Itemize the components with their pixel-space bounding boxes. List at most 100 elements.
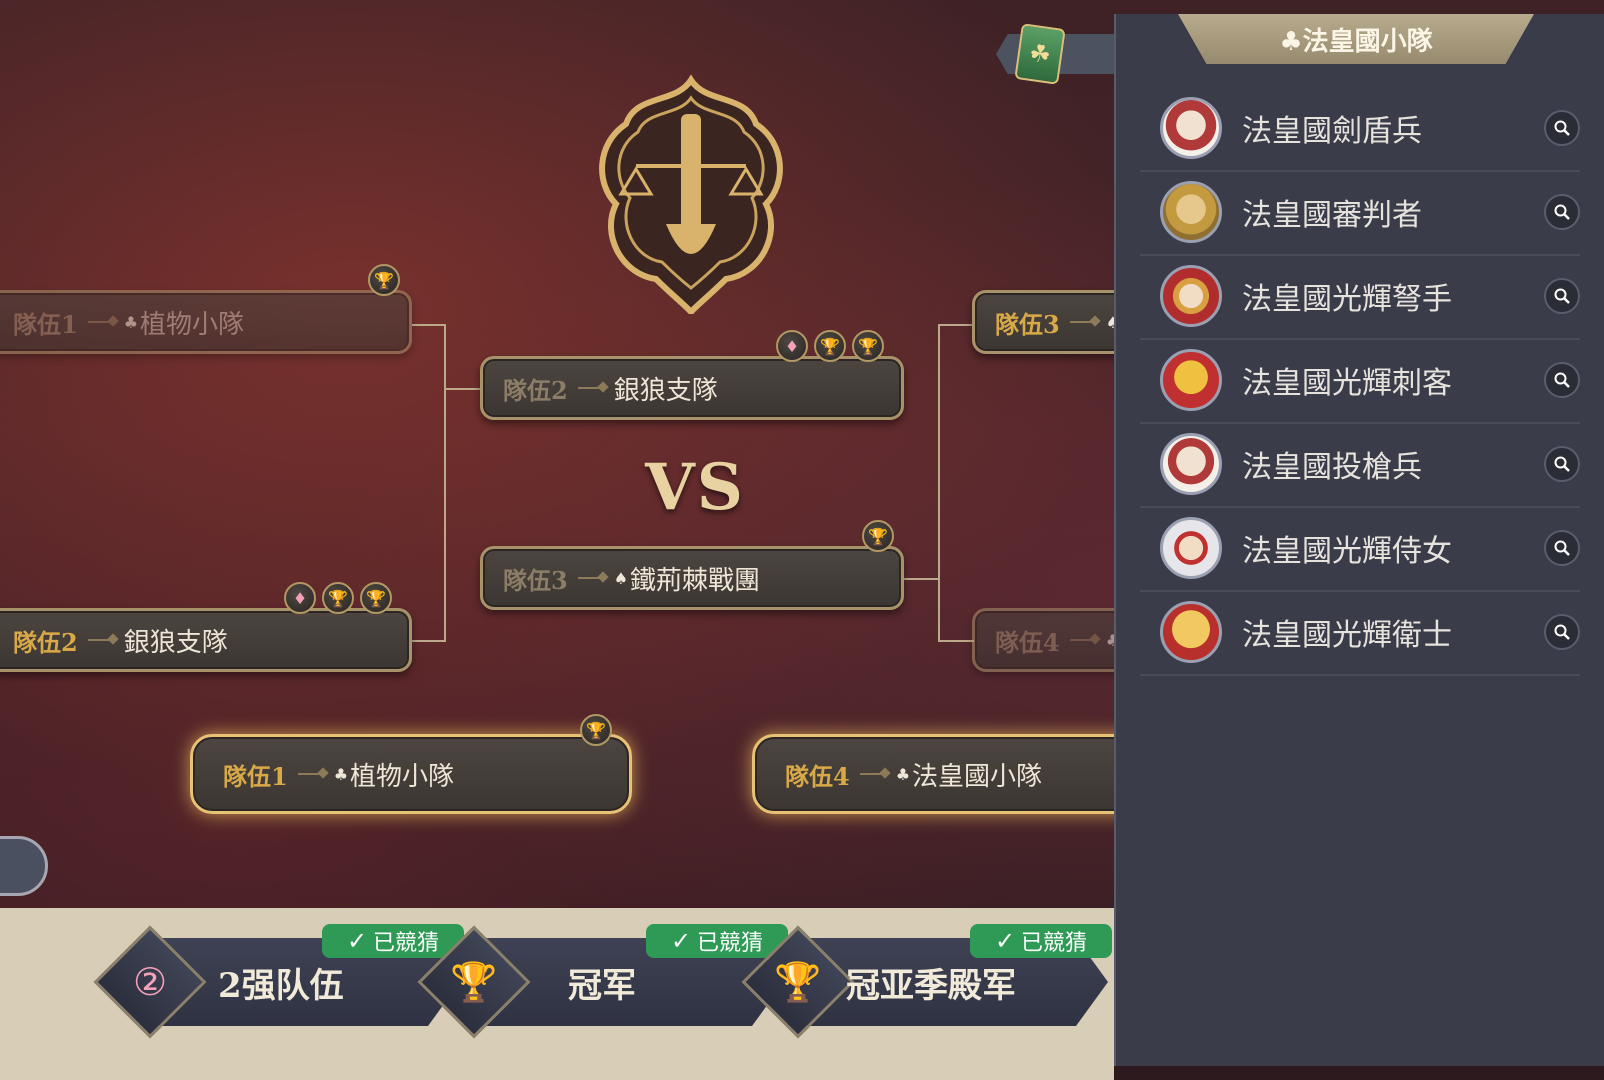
rank-2-icon: ♦: [776, 330, 808, 362]
team-name: 銀狼支隊: [613, 375, 718, 406]
bracket-line: [444, 388, 482, 390]
search-icon[interactable]: [1544, 278, 1580, 314]
faction-emblem: [599, 74, 783, 314]
badge-group: 🏆: [862, 520, 894, 552]
team-label: 隊伍3: [503, 565, 568, 595]
unit-row[interactable]: 法皇國投槍兵: [1140, 422, 1580, 508]
final-plate-right[interactable]: 隊伍4 ♣ 法皇國小隊: [752, 734, 1172, 814]
unit-name: 法皇國投槍兵: [1242, 450, 1422, 485]
badge-group: ♦ 🏆 🏆: [776, 330, 884, 362]
bracket-line: [412, 324, 444, 326]
unit-avatar: [1160, 97, 1222, 159]
team-name: 鐵荊棘戰團: [630, 565, 761, 596]
rank-2-icon: ②: [132, 960, 168, 1004]
separator: [87, 321, 114, 323]
team-name: 植物小隊: [350, 761, 455, 792]
club-suit-icon: ♣: [895, 764, 911, 784]
final-plate-left[interactable]: 隊伍1 ♣ 植物小隊: [190, 734, 632, 814]
badge-group: ♦ 🏆 🏆: [284, 582, 392, 614]
bracket-line: [938, 324, 940, 642]
separator: [297, 773, 324, 775]
guess-button-top4[interactable]: 🏆 冠亚季殿军 ✓ 已競猜: [741, 924, 1128, 1039]
spade-suit-icon: ♠: [613, 568, 629, 588]
guess-label: 2强队伍: [218, 966, 344, 1006]
trophy-icon: 🏆: [774, 959, 822, 1004]
bracket-line: [938, 640, 974, 642]
unit-row[interactable]: 法皇國光輝刺客: [1140, 338, 1580, 424]
team-roster-panel: ♣法皇國小隊 法皇國劍盾兵 法皇國審判者 法皇國光輝弩手 法皇國光輝刺客 法皇國…: [1114, 14, 1604, 1066]
search-icon[interactable]: [1544, 446, 1580, 482]
team-plate-center-bottom[interactable]: 隊伍3 ♠ 鐵荊棘戰團: [480, 546, 904, 610]
badge-group: 🏆: [580, 714, 612, 746]
check-icon: ✓: [670, 927, 692, 955]
team-label: 隊伍4: [785, 761, 850, 791]
search-icon[interactable]: [1544, 530, 1580, 566]
separator: [87, 639, 114, 641]
trophy-icon: 🏆: [580, 714, 612, 746]
unit-avatar: [1160, 181, 1222, 243]
trophy-icon: 🏆: [322, 582, 354, 614]
trophy-icon: 🏆: [360, 582, 392, 614]
unit-name: 法皇國光輝刺客: [1242, 366, 1452, 401]
unit-row[interactable]: 法皇國光輝弩手: [1140, 254, 1580, 340]
unit-row[interactable]: 法皇國劍盾兵: [1140, 86, 1580, 172]
team-label: 隊伍3: [995, 309, 1060, 339]
team-label: 隊伍1: [13, 309, 78, 339]
team-plate-left-top[interactable]: 隊伍1 ♣ 植物小隊: [0, 290, 412, 354]
team-name: 法皇國小隊: [912, 761, 1043, 792]
check-icon: ✓: [994, 927, 1016, 955]
separator: [859, 773, 886, 775]
panel-title: ♣法皇國小隊: [1279, 26, 1433, 57]
search-icon[interactable]: [1544, 362, 1580, 398]
guessed-badge: ✓ 已競猜: [970, 924, 1112, 958]
bracket-line: [938, 324, 974, 326]
separator: [577, 387, 604, 389]
check-icon: ✓: [346, 927, 368, 955]
badge-group: 🏆: [368, 264, 400, 296]
unit-name: 法皇國光輝衛士: [1242, 618, 1452, 653]
unit-avatar: [1160, 349, 1222, 411]
unit-avatar: [1160, 601, 1222, 663]
bracket-line: [904, 578, 940, 580]
team-label: 隊伍2: [13, 627, 78, 657]
card-icon[interactable]: ☘: [1014, 23, 1066, 85]
unit-name: 法皇國劍盾兵: [1242, 114, 1422, 149]
unit-avatar: [1160, 517, 1222, 579]
separator: [577, 577, 604, 579]
team-plate-left-bottom[interactable]: 隊伍2 銀狼支隊: [0, 608, 412, 672]
unit-avatar: [1160, 433, 1222, 495]
team-plate-center-top[interactable]: 隊伍2 銀狼支隊: [480, 356, 904, 420]
unit-name: 法皇國光輝侍女: [1242, 534, 1452, 569]
bracket-line: [444, 324, 446, 642]
search-icon[interactable]: [1544, 110, 1580, 146]
guessed-text: 已競猜: [1021, 931, 1088, 956]
guess-label: 冠亚季殿军: [846, 966, 1016, 1006]
trophy-icon: 🏆: [368, 264, 400, 296]
silver-trophy-icon: 🏆: [862, 520, 894, 552]
unit-name: 法皇國審判者: [1242, 198, 1422, 233]
trophy-icon: 🏆: [814, 330, 846, 362]
panel-header: ♣法皇國小隊: [1178, 14, 1534, 64]
team-name: 植物小隊: [140, 309, 245, 340]
unit-row[interactable]: 法皇國光輝衛士: [1140, 590, 1580, 676]
rank-2-icon: ♦: [284, 582, 316, 614]
separator: [1069, 639, 1096, 641]
unit-name: 法皇國光輝弩手: [1242, 282, 1452, 317]
unit-row[interactable]: 法皇國審判者: [1140, 170, 1580, 256]
club-suit-icon: ♣: [123, 312, 139, 332]
unit-row[interactable]: 法皇國光輝侍女: [1140, 506, 1580, 592]
team-name: 銀狼支隊: [123, 627, 228, 658]
club-suit-icon: ♣: [333, 764, 349, 784]
trophy-icon: 🏆: [852, 330, 884, 362]
separator: [1069, 321, 1096, 323]
vs-label: VS: [645, 450, 745, 525]
team-label: 隊伍1: [223, 761, 288, 791]
team-label: 隊伍2: [503, 375, 568, 405]
unit-avatar: [1160, 265, 1222, 327]
guess-label: 冠军: [568, 966, 636, 1006]
bracket-line: [412, 640, 444, 642]
team-label: 隊伍4: [995, 627, 1060, 657]
search-icon[interactable]: [1544, 194, 1580, 230]
search-icon[interactable]: [1544, 614, 1580, 650]
trophy-icon: 🏆: [450, 959, 498, 1004]
